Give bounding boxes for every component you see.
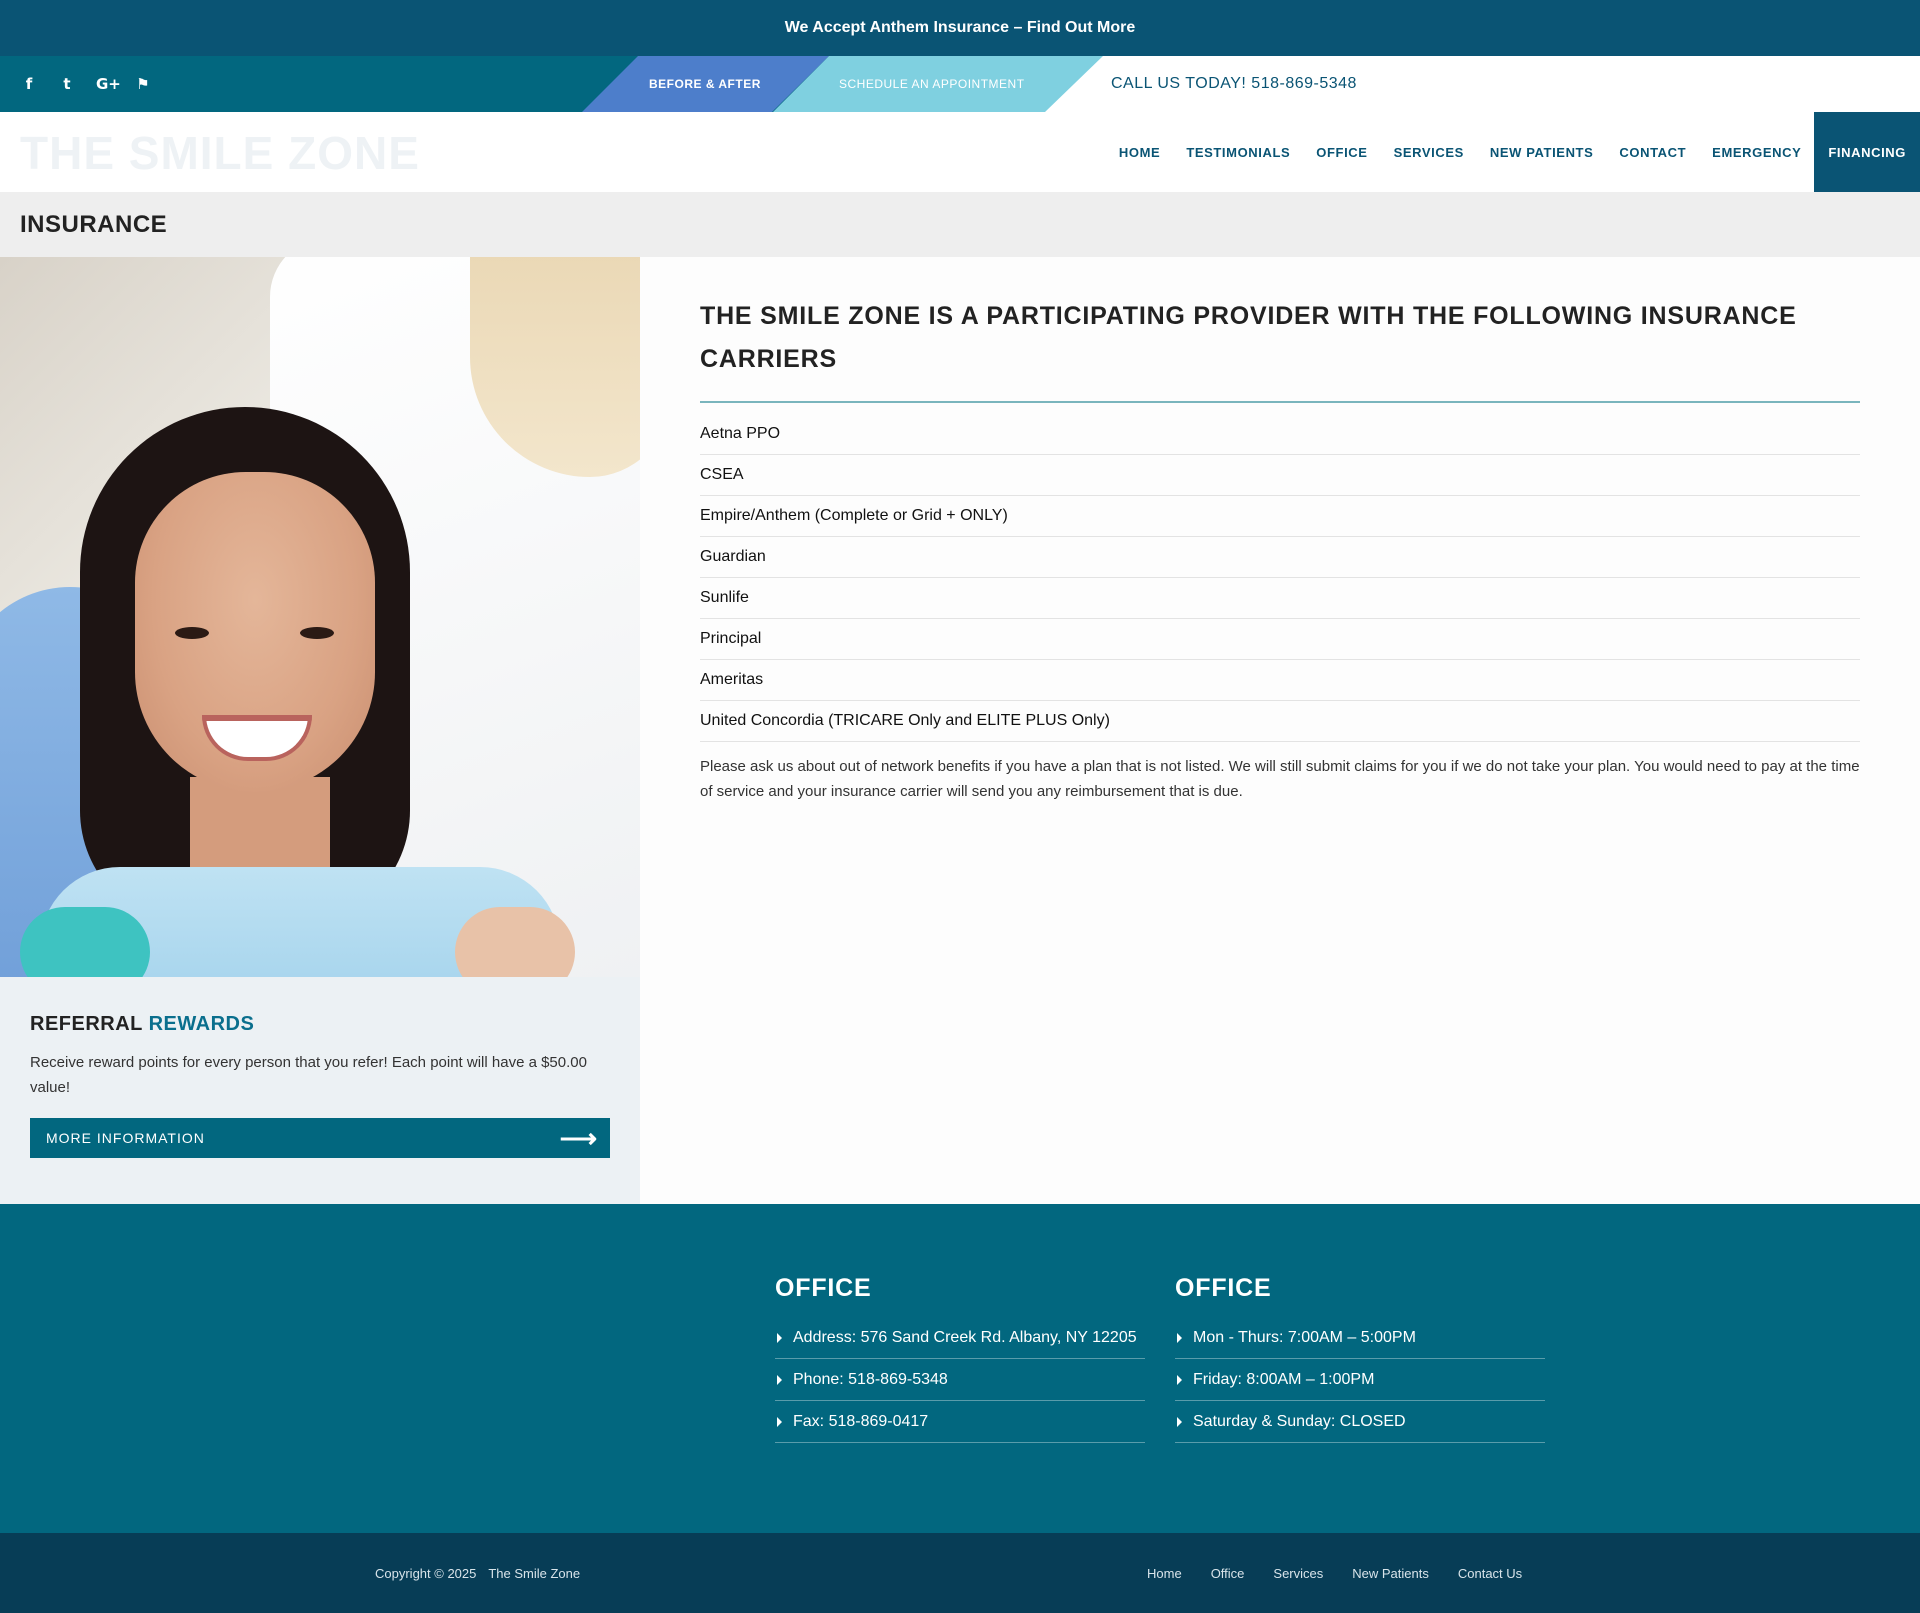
- list-item: CSEA: [700, 455, 1860, 496]
- footer-link-home[interactable]: Home: [1147, 1566, 1182, 1581]
- caret-right-icon: [777, 1374, 782, 1385]
- list-item: Guardian: [700, 537, 1860, 578]
- footer-hours-weekday: Mon - Thurs: 7:00AM – 5:00PM: [1175, 1317, 1545, 1359]
- referral-title: Referral Rewards: [30, 1013, 610, 1036]
- site-logo[interactable]: THE SMILE ZONE: [20, 126, 420, 180]
- site-footer: OFFICE Address: 576 Sand Creek Rd. Alban…: [0, 1204, 1920, 1533]
- footer-bottom-bar: Copyright © 2025 The Smile Zone Home Off…: [0, 1533, 1920, 1613]
- site-header: THE SMILE ZONE HOME TESTIMONIALS OFFICE …: [0, 112, 1920, 192]
- page-title-band: INSURANCE: [0, 192, 1920, 257]
- footer-address: Address: 576 Sand Creek Rd. Albany, NY 1…: [775, 1317, 1145, 1359]
- copyright: Copyright © 2025 The Smile Zone: [375, 1533, 580, 1613]
- referral-text: Receive reward points for every person t…: [30, 1054, 587, 1096]
- footer-hours-list: Mon - Thurs: 7:00AM – 5:00PM Friday: 8:0…: [1175, 1317, 1545, 1443]
- footer-hours-title: OFFICE: [1175, 1274, 1272, 1302]
- schedule-appointment-button[interactable]: Schedule an Appointment: [839, 56, 1025, 112]
- list-item: United Concordia (TRICARE Only and ELITE…: [700, 701, 1860, 742]
- photo-eye-right: [300, 627, 334, 639]
- footer-link-new-patients[interactable]: New Patients: [1352, 1566, 1429, 1581]
- heading-divider: [700, 401, 1860, 403]
- footer-hours-weekend: Saturday & Sunday: CLOSED: [1175, 1401, 1545, 1443]
- foursquare-icon[interactable]: ⚑: [134, 75, 152, 93]
- announcement-bar: We Accept Anthem Insurance – Find Out Mo…: [0, 0, 1920, 56]
- caret-right-icon: [1177, 1332, 1182, 1343]
- footer-office-column: OFFICE Address: 576 Sand Creek Rd. Alban…: [775, 1274, 1145, 1443]
- carrier-list: Aetna PPO CSEA Empire/Anthem (Complete o…: [700, 414, 1860, 742]
- footer-link-office[interactable]: Office: [1211, 1566, 1245, 1581]
- footer-link-contact-us[interactable]: Contact Us: [1458, 1566, 1522, 1581]
- caret-right-icon: [1177, 1374, 1182, 1385]
- insurance-content: THE SMILE ZONE IS A PARTICIPATING PROVID…: [640, 257, 1920, 1204]
- list-item: Ameritas: [700, 660, 1860, 701]
- main-content: Referral Rewards Receive reward points f…: [0, 257, 1920, 1204]
- nav-financing[interactable]: FINANCING: [1814, 112, 1920, 192]
- footer-phone[interactable]: Phone: 518-869-5348: [775, 1359, 1145, 1401]
- nav-contact[interactable]: CONTACT: [1606, 112, 1699, 192]
- google-plus-icon[interactable]: G+: [96, 75, 121, 93]
- nav-office[interactable]: OFFICE: [1303, 112, 1380, 192]
- list-item: Empire/Anthem (Complete or Grid + ONLY): [700, 496, 1860, 537]
- footer-hours-friday: Friday: 8:00AM – 1:00PM: [1175, 1359, 1545, 1401]
- caret-right-icon: [1177, 1416, 1182, 1427]
- caret-right-icon: [777, 1416, 782, 1427]
- footer-office-title: OFFICE: [775, 1274, 872, 1302]
- nav-services[interactable]: SERVICES: [1381, 112, 1477, 192]
- call-us-text[interactable]: CALL US TODAY! 518-869-5348: [1111, 56, 1357, 112]
- insurance-heading: THE SMILE ZONE IS A PARTICIPATING PROVID…: [700, 302, 1797, 373]
- utility-bar: f t G+ ⚑ Before & After Schedule an Appo…: [0, 56, 1920, 112]
- more-information-label: More Information: [46, 1130, 205, 1146]
- footer-nav: Home Office Services New Patients Contac…: [1147, 1533, 1522, 1613]
- photo-hand: [455, 907, 575, 977]
- referral-title-accent: Rewards: [148, 1013, 255, 1035]
- facebook-icon[interactable]: f: [20, 75, 38, 93]
- footer-link-services[interactable]: Services: [1273, 1566, 1323, 1581]
- sidebar: Referral Rewards Receive reward points f…: [0, 257, 640, 1204]
- list-item: Aetna PPO: [700, 414, 1860, 455]
- social-links: f t G+ ⚑: [20, 56, 152, 112]
- referral-box: Referral Rewards Receive reward points f…: [0, 977, 640, 1194]
- more-information-button[interactable]: More Information ⟶: [30, 1118, 610, 1158]
- arrow-right-icon: ⟶: [559, 1123, 598, 1153]
- list-item: Principal: [700, 619, 1860, 660]
- page-title: INSURANCE: [20, 210, 168, 238]
- before-after-button[interactable]: Before & After: [649, 56, 761, 112]
- nav-home[interactable]: HOME: [1106, 112, 1173, 192]
- photo-eye-left: [175, 627, 209, 639]
- nav-emergency[interactable]: EMERGENCY: [1699, 112, 1814, 192]
- main-nav: HOME TESTIMONIALS OFFICE SERVICES NEW PA…: [1106, 112, 1920, 192]
- nav-new-patients[interactable]: NEW PATIENTS: [1477, 112, 1607, 192]
- patient-photo: [0, 257, 640, 977]
- footer-office-list: Address: 576 Sand Creek Rd. Albany, NY 1…: [775, 1317, 1145, 1443]
- company-name: The Smile Zone: [488, 1566, 581, 1581]
- out-of-network-note: Please ask us about out of network benef…: [700, 758, 1860, 800]
- referral-title-main: Referral: [30, 1013, 143, 1035]
- twitter-icon[interactable]: t: [58, 75, 76, 93]
- footer-fax: Fax: 518-869-0417: [775, 1401, 1145, 1443]
- copyright-text: Copyright © 2025: [375, 1566, 477, 1581]
- announcement-link[interactable]: We Accept Anthem Insurance – Find Out Mo…: [785, 19, 1136, 37]
- photo-glove: [20, 907, 150, 977]
- footer-hours-column: OFFICE Mon - Thurs: 7:00AM – 5:00PM Frid…: [1175, 1274, 1545, 1443]
- list-item: Sunlife: [700, 578, 1860, 619]
- caret-right-icon: [777, 1332, 782, 1343]
- nav-testimonials[interactable]: TESTIMONIALS: [1173, 112, 1303, 192]
